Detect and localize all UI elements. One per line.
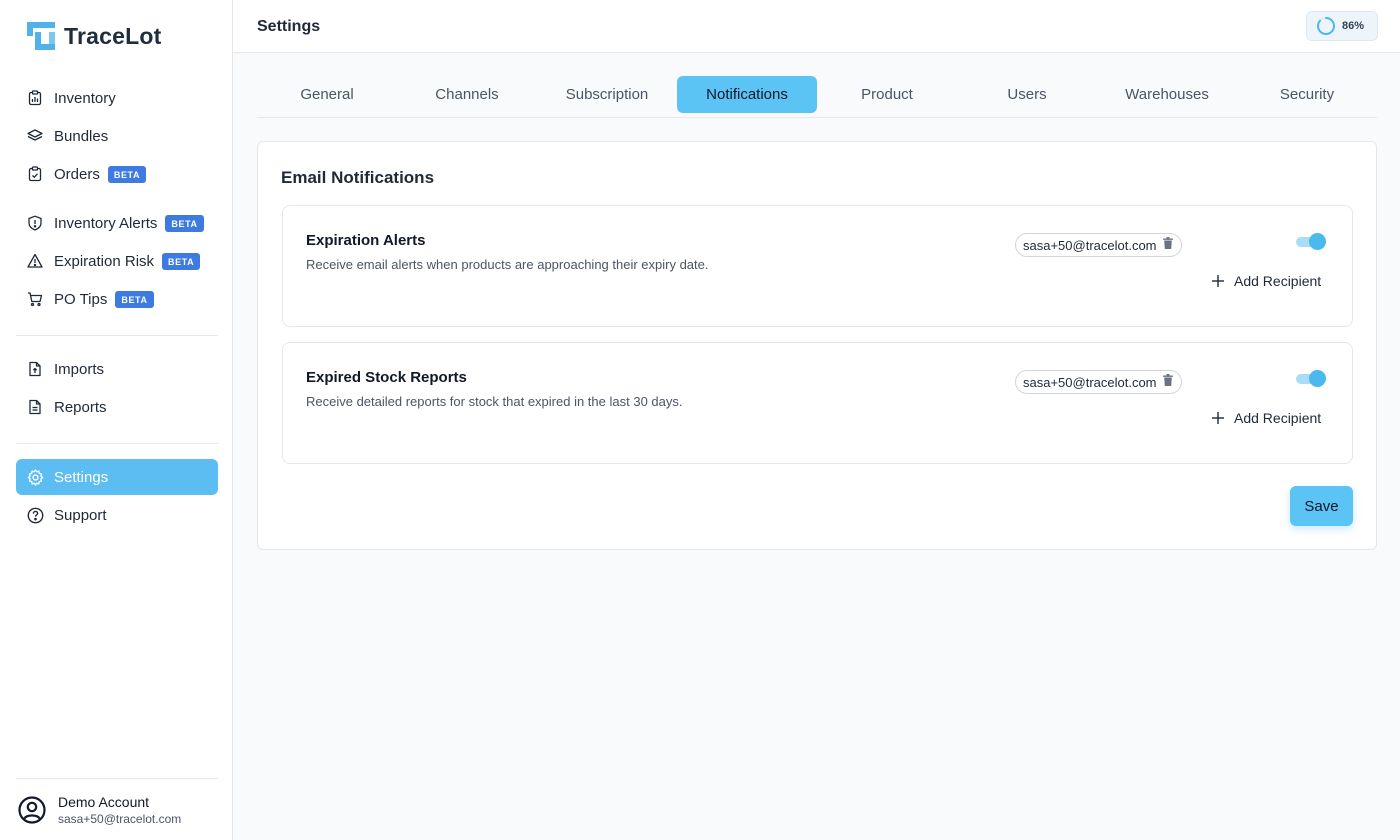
- warning-triangle-icon: [26, 252, 44, 270]
- settings-tabs: General Channels Subscription Notificati…: [257, 76, 1377, 118]
- plus-icon: [1212, 275, 1224, 287]
- sidebar-divider: [16, 443, 218, 444]
- save-button[interactable]: Save: [1290, 486, 1353, 526]
- recipient-email: sasa+50@tracelot.com: [1023, 374, 1157, 390]
- tab-users[interactable]: Users: [957, 76, 1097, 113]
- clipboard-check-icon: [26, 165, 44, 183]
- sidebar-item-orders[interactable]: Orders BETA: [16, 156, 218, 192]
- sidebar-item-label: Inventory: [54, 89, 116, 107]
- beta-badge: BETA: [165, 214, 204, 232]
- sidebar: TraceLot Inventory Bundles Orders BETA I…: [0, 0, 233, 840]
- app-logo[interactable]: TraceLot: [27, 22, 161, 50]
- clipboard-chart-icon: [26, 89, 44, 107]
- account-name: Demo Account: [58, 793, 150, 810]
- sidebar-item-expiration-risk[interactable]: Expiration Risk BETA: [16, 243, 218, 279]
- tab-warehouses[interactable]: Warehouses: [1097, 76, 1237, 113]
- add-recipient-button[interactable]: Add Recipient: [1211, 273, 1321, 289]
- trash-icon[interactable]: [1162, 373, 1173, 391]
- tracelot-logo-icon: [27, 22, 55, 50]
- sidebar-item-imports[interactable]: Imports: [16, 351, 218, 387]
- nav-group-system: Settings Support: [16, 459, 218, 535]
- user-circle-icon: [18, 795, 46, 824]
- section-title: Email Notifications: [281, 168, 435, 187]
- tab-channels[interactable]: Channels: [397, 76, 537, 113]
- recipient-email: sasa+50@tracelot.com: [1023, 237, 1157, 253]
- add-recipient-button[interactable]: Add Recipient: [1211, 410, 1321, 426]
- sidebar-item-label: PO Tips: [54, 290, 108, 308]
- trash-icon[interactable]: [1162, 236, 1173, 254]
- sidebar-item-label: Expiration Risk: [54, 252, 155, 270]
- tab-subscription[interactable]: Subscription: [537, 76, 677, 113]
- sidebar-item-settings[interactable]: Settings: [16, 459, 218, 495]
- sidebar-item-po-tips[interactable]: PO Tips BETA: [16, 281, 218, 317]
- email-notifications-card: Email Notifications Expiration Alerts Re…: [257, 141, 1377, 550]
- sidebar-item-label: Orders: [54, 165, 100, 183]
- sidebar-item-inventory-alerts[interactable]: Inventory Alerts BETA: [16, 205, 218, 241]
- nav-group-insights: Inventory Alerts BETA Expiration Risk BE…: [16, 205, 218, 319]
- add-recipient-label: Add Recipient: [1234, 273, 1322, 289]
- plus-icon: [1212, 412, 1224, 424]
- notification-description: Receive detailed reports for stock that …: [306, 394, 683, 409]
- nav-group-data: Imports Reports: [16, 351, 218, 427]
- notification-title: Expiration Alerts: [306, 232, 426, 249]
- notification-toggle[interactable]: [1296, 369, 1326, 387]
- tab-product[interactable]: Product: [817, 76, 957, 113]
- tab-general[interactable]: General: [257, 76, 397, 113]
- add-recipient-label: Add Recipient: [1234, 410, 1322, 426]
- sidebar-item-label: Support: [54, 506, 107, 524]
- cart-icon: [26, 290, 44, 308]
- beta-badge: BETA: [107, 165, 147, 183]
- sidebar-item-label: Imports: [54, 360, 105, 378]
- notification-panel-expired-stock-reports: Expired Stock Reports Receive detailed r…: [282, 342, 1353, 464]
- recipient-chip: sasa+50@tracelot.com: [1015, 233, 1182, 257]
- progress-ring-icon: [1317, 17, 1335, 35]
- sidebar-item-support[interactable]: Support: [16, 497, 218, 533]
- progress-badge[interactable]: 86%: [1306, 11, 1378, 41]
- app-name: TraceLot: [64, 22, 162, 49]
- nav-group-main: Inventory Bundles Orders BETA: [16, 80, 218, 194]
- top-bar: Settings 86%: [233, 0, 1400, 53]
- help-circle-icon: [26, 506, 44, 524]
- notification-toggle[interactable]: [1296, 232, 1326, 250]
- account-email: sasa+50@tracelot.com: [58, 811, 182, 826]
- toggle-knob: [1309, 233, 1326, 250]
- sidebar-item-label: Reports: [54, 398, 107, 416]
- layers-icon: [26, 127, 44, 145]
- toggle-knob: [1309, 370, 1326, 387]
- file-upload-icon: [26, 360, 44, 378]
- progress-label: 86%: [1342, 20, 1365, 32]
- sidebar-item-reports[interactable]: Reports: [16, 389, 218, 425]
- sidebar-divider: [16, 335, 218, 336]
- sidebar-item-bundles[interactable]: Bundles: [16, 118, 218, 154]
- tab-notifications[interactable]: Notifications: [677, 76, 817, 113]
- sidebar-item-inventory[interactable]: Inventory: [16, 80, 218, 116]
- account-menu[interactable]: Demo Account sasa+50@tracelot.com: [16, 778, 218, 840]
- sidebar-item-label: Settings: [54, 468, 109, 486]
- sidebar-item-label: Bundles: [54, 127, 109, 145]
- recipient-chip: sasa+50@tracelot.com: [1015, 370, 1182, 394]
- notification-title: Expired Stock Reports: [306, 369, 467, 386]
- page-title: Settings: [257, 18, 321, 35]
- gear-icon: [26, 468, 44, 486]
- tab-security[interactable]: Security: [1237, 76, 1377, 113]
- file-text-icon: [26, 398, 44, 416]
- beta-badge: BETA: [115, 290, 154, 308]
- notification-description: Receive email alerts when products are a…: [306, 257, 709, 272]
- sidebar-item-label: Inventory Alerts: [54, 214, 158, 232]
- beta-badge: BETA: [162, 252, 201, 270]
- notification-panel-expiration-alerts: Expiration Alerts Receive email alerts w…: [282, 205, 1353, 327]
- account-info: Demo Account sasa+50@tracelot.com: [58, 794, 181, 826]
- shield-alert-icon: [26, 214, 44, 232]
